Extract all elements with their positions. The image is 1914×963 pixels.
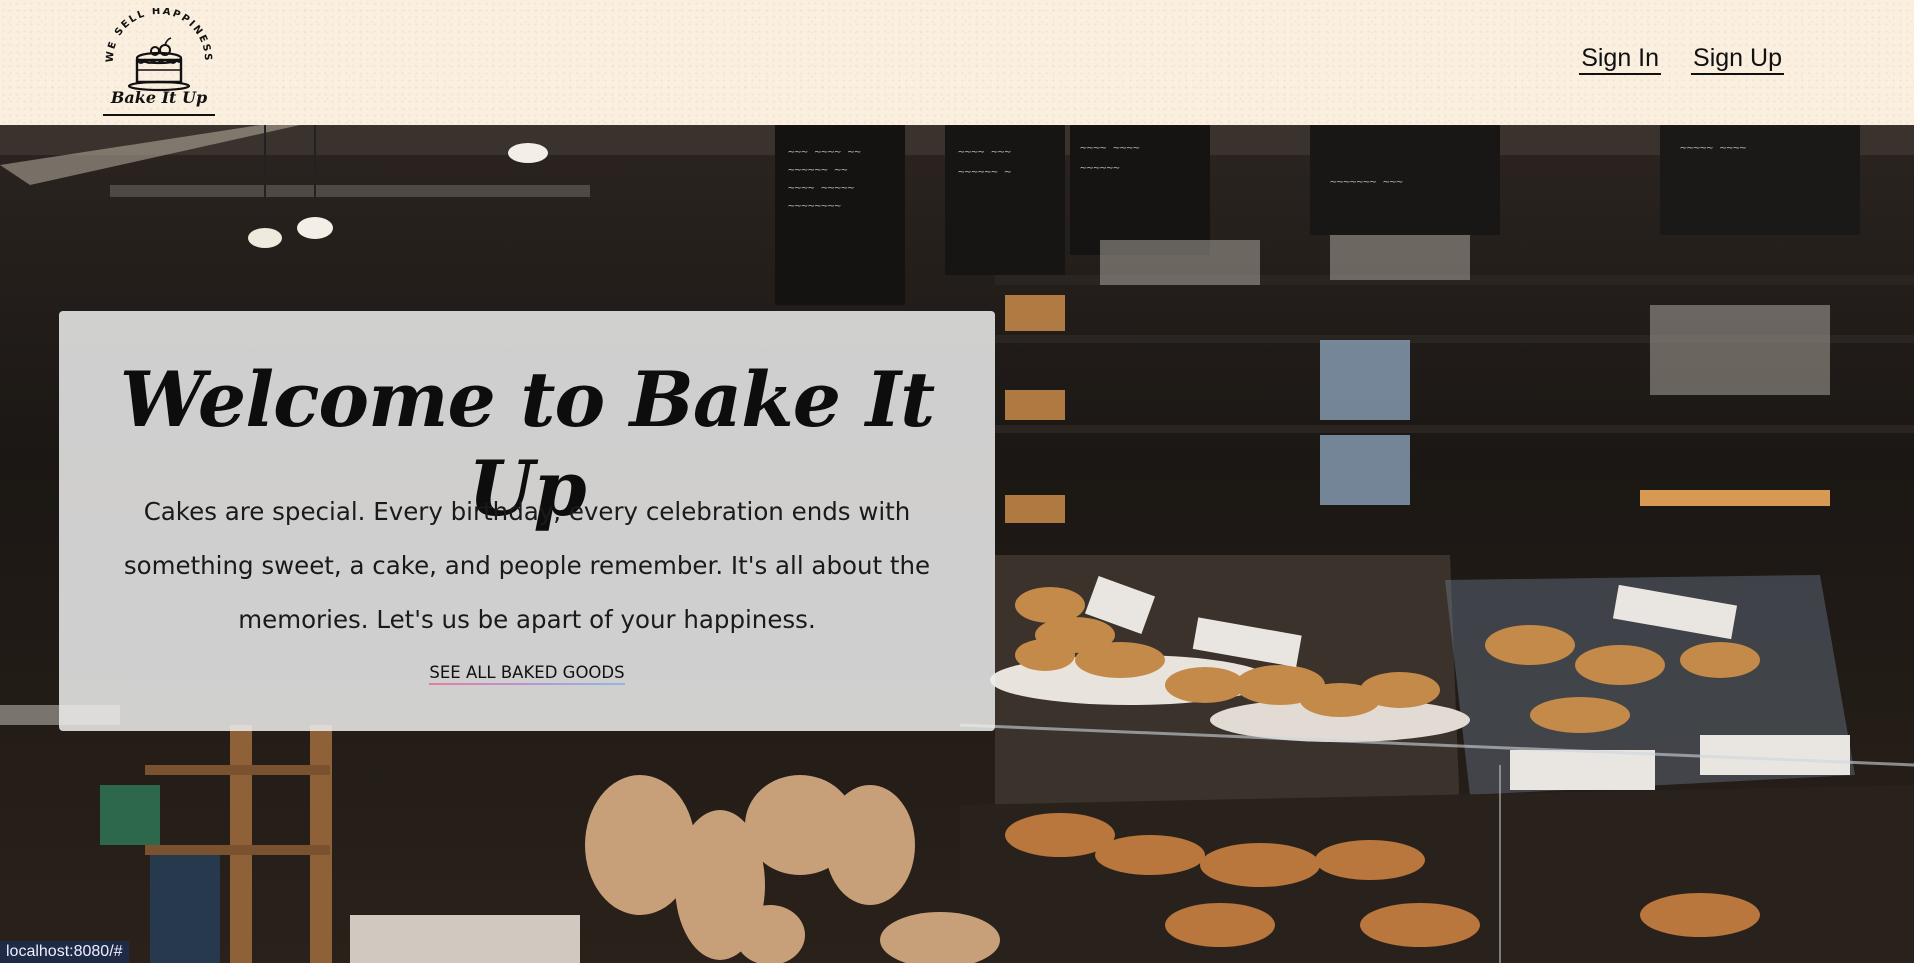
header-nav: Sign In Sign Up — [1579, 44, 1784, 75]
welcome-card: Welcome to Bake It Up Cakes are special.… — [59, 311, 995, 731]
svg-text:~~~~~~~ ~~~: ~~~~~~~ ~~~ — [1330, 175, 1403, 188]
svg-text:~~~~~~~~: ~~~~~~~~ — [788, 199, 841, 212]
sign-up-link[interactable]: Sign Up — [1691, 44, 1784, 75]
hero-cta-wrapper: SEE ALL BAKED GOODS — [59, 663, 995, 685]
logo-underline — [103, 114, 215, 116]
svg-text:~~~~~~ ~: ~~~~~~ ~ — [958, 165, 1011, 178]
svg-text:~~~~ ~~~~: ~~~~ ~~~~ — [1080, 141, 1140, 154]
svg-text:~~~ ~~~~ ~~: ~~~ ~~~~ ~~ — [788, 145, 861, 158]
sign-in-link[interactable]: Sign In — [1579, 44, 1662, 75]
see-all-baked-goods-link[interactable]: SEE ALL BAKED GOODS — [429, 663, 625, 685]
browser-status-bar: localhost:8080/# — [0, 941, 129, 963]
svg-text:~~~~ ~~~~~: ~~~~ ~~~~~ — [788, 181, 855, 194]
svg-text:~~~~ ~~~: ~~~~ ~~~ — [958, 145, 1011, 158]
hero-description: Cakes are special. Every birthday, every… — [123, 497, 931, 634]
svg-text:~~~~~~: ~~~~~~ — [1080, 161, 1120, 174]
bake-it-up-logo[interactable]: WE SELL HAPPINESS Bake It Up — [103, 8, 215, 118]
svg-text:~~~~~~ ~~: ~~~~~~ ~~ — [788, 163, 848, 176]
svg-text:~~~~~ ~~~~: ~~~~~ ~~~~ — [1680, 141, 1747, 154]
logo-name: Bake It Up — [110, 88, 208, 107]
site-header: WE SELL HAPPINESS Bake It Up Sign In Sig… — [0, 0, 1914, 125]
